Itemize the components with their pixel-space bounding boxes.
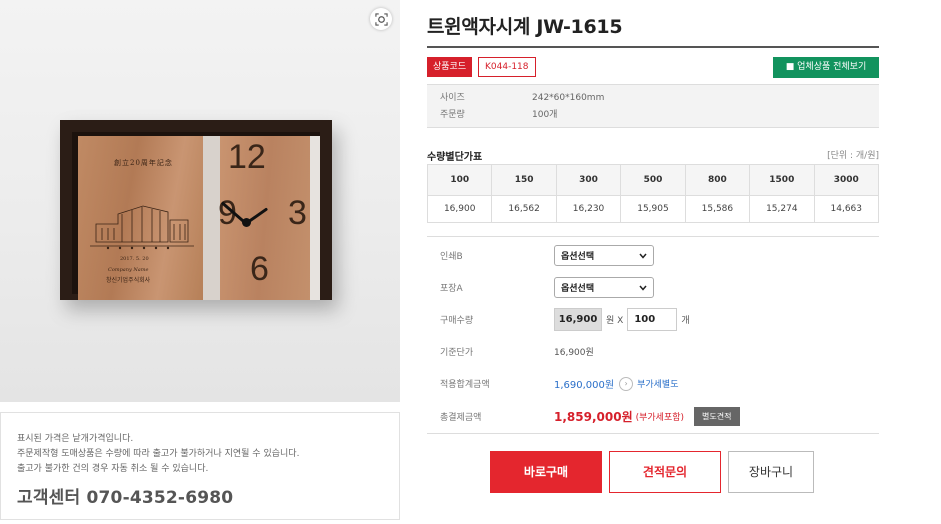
- product-title: 트윈액자시계 JW-1615: [427, 16, 623, 38]
- product-code-label: 상품코드: [427, 57, 473, 77]
- price-cell: 15,274: [749, 195, 815, 223]
- product-image: 創立20周年記念 2017. 5. 20 Company Name 창신기업주식…: [0, 0, 400, 402]
- spec-box: 사이즈 242*60*160mm 주문량 100개: [427, 84, 879, 128]
- qty-header-cell: 800: [684, 164, 751, 196]
- engraving-date: 2017. 5. 20: [120, 256, 149, 262]
- price-cell: 16,562: [491, 195, 557, 223]
- option-row-total: 총결제금액 1,859,000원 (부가세포함) 별도견적: [427, 400, 879, 433]
- applied-total: 1,690,000원: [554, 380, 615, 391]
- chevron-down-icon: [639, 253, 647, 259]
- option-row-qty: 구매수량 16,900 원 X 100 개: [427, 303, 879, 336]
- price-cell: 15,586: [684, 195, 751, 223]
- option-row-applied: 적용합계금액 1,690,000원 › 부가세별도: [427, 367, 879, 400]
- select-value: 옵션선택: [561, 284, 595, 294]
- qty-header-cell: 3000: [813, 164, 880, 196]
- zoom-icon: [374, 12, 388, 26]
- option-row-print: 인쇄B 옵션선택: [427, 239, 879, 272]
- price-cell: 14,663: [813, 195, 880, 223]
- spec-row: 주문량 100개: [427, 107, 879, 124]
- engraving-org: 창신기업주식회사: [106, 277, 151, 284]
- option-label: 인쇄B: [440, 252, 463, 262]
- spec-key: 사이즈: [440, 93, 465, 103]
- qty-header-cell: 1500: [749, 164, 815, 196]
- total-price: 1,859,000원: [554, 410, 633, 424]
- spec-row: 사이즈 242*60*160mm: [427, 90, 879, 107]
- clock-frame: 創立20周年記念 2017. 5. 20 Company Name 창신기업주식…: [60, 120, 332, 300]
- spec-key: 주문량: [440, 110, 465, 120]
- quantity-input[interactable]: 100: [627, 308, 678, 331]
- spec-value: 242*60*160mm: [532, 93, 605, 103]
- option-row-pack: 포장A 옵션선택: [427, 271, 879, 304]
- title-divider: [427, 46, 879, 48]
- qty-header-cell: 500: [620, 164, 686, 196]
- quantity-price-table: 100 150 300 500 800 1500 3000 16,900 16,…: [426, 164, 880, 223]
- quantity-price-title: 수량별단가표: [427, 152, 483, 163]
- notice-line: 출고가 불가한 건의 경우 자동 취소 될 수 있습니다.: [17, 464, 209, 474]
- pack-option-select[interactable]: 옵션선택: [554, 277, 654, 298]
- cart-button[interactable]: 장바구니: [728, 451, 814, 493]
- numeral-6: 6: [250, 250, 269, 288]
- chevron-down-icon: [639, 285, 647, 291]
- customer-center: 고객센터 070-4352-6980: [17, 488, 234, 508]
- options-area: 인쇄B 옵션선택 포장A 옵션선택 구매수량 16,900 원 X 100 개 …: [427, 236, 879, 434]
- quantity-price-unit: [단위 : 개/원]: [827, 151, 879, 161]
- all-products-button[interactable]: ■ 업체상품 전체보기: [773, 57, 879, 78]
- buy-now-button[interactable]: 바로구매: [490, 451, 602, 493]
- product-code-value: K044-118: [478, 57, 536, 77]
- vat-separate: 부가세별도: [637, 380, 679, 390]
- numeral-12: 12: [228, 138, 266, 176]
- option-label: 포장A: [440, 284, 463, 294]
- print-option-select[interactable]: 옵션선택: [554, 245, 654, 266]
- qty-header-cell: 300: [555, 164, 622, 196]
- select-value: 옵션선택: [561, 252, 595, 262]
- notice-line: 표시된 가격은 낱개가격입니다.: [17, 434, 134, 444]
- engraving-company: Company Name: [108, 267, 149, 273]
- option-label: 적용합계금액: [440, 380, 490, 390]
- engraving-title: 創立20周年記念: [114, 159, 173, 167]
- price-cell: 16,900: [426, 195, 493, 223]
- price-cell: 15,905: [620, 195, 686, 223]
- spec-value: 100개: [532, 110, 558, 120]
- notice-line: 주문제작형 도매상품은 수량에 따라 출고가 불가하거나 지연될 수 있습니다.: [17, 449, 300, 459]
- chevron-right-icon[interactable]: ›: [619, 376, 634, 391]
- option-label: 기준단가: [440, 348, 474, 358]
- base-price: 16,900원: [554, 348, 594, 358]
- unit-price-box: 16,900: [554, 308, 602, 331]
- engraved-panel: 創立20周年記念 2017. 5. 20 Company Name 창신기업주식…: [78, 136, 203, 300]
- vat-included: (부가세포함): [635, 413, 685, 423]
- qty-header-cell: 150: [491, 164, 557, 196]
- price-cell: 16,230: [555, 195, 622, 223]
- qty-header-cell: 100: [426, 164, 493, 196]
- zoom-button[interactable]: [370, 8, 392, 30]
- option-label: 구매수량: [440, 316, 474, 326]
- qty-unit: 개: [681, 316, 690, 326]
- quote-inquiry-button[interactable]: 견적문의: [609, 451, 721, 493]
- numeral-3: 3: [288, 194, 307, 232]
- separate-quote-button[interactable]: 별도견적: [694, 407, 740, 426]
- option-label: 총결제금액: [440, 413, 482, 423]
- won-multiply: 원 X: [606, 316, 624, 326]
- option-row-base: 기준단가 16,900원: [427, 335, 879, 368]
- notice-box: 표시된 가격은 낱개가격입니다. 주문제작형 도매상품은 수량에 따라 출고가 …: [0, 412, 400, 520]
- clock-face: 12 9 3 6: [218, 136, 310, 300]
